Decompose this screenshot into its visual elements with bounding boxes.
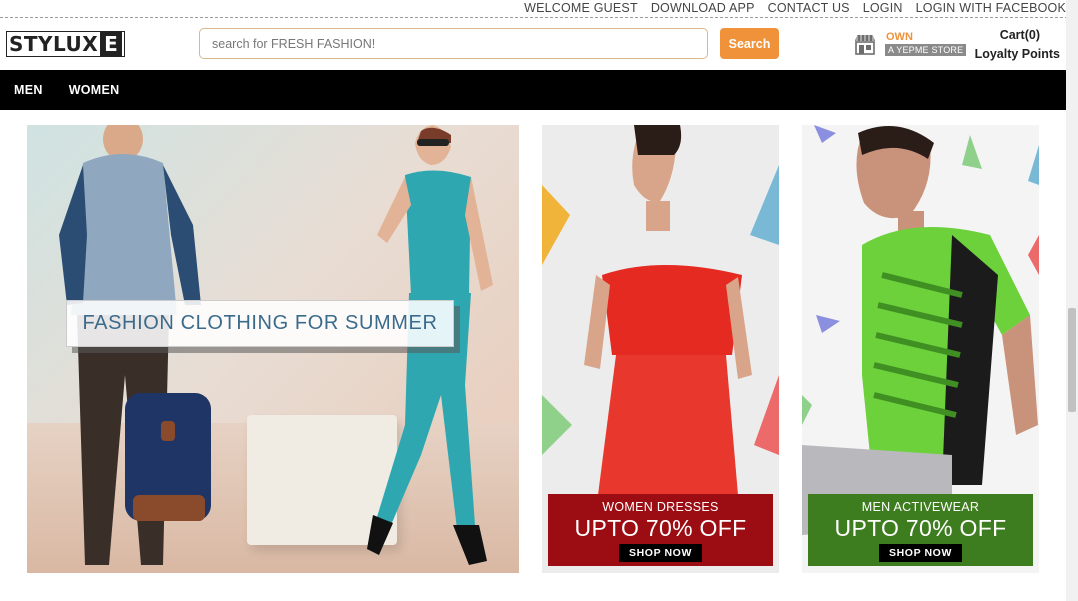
nav-item-men[interactable]: MEN [14, 83, 43, 97]
site-logo[interactable]: STYLUX E [6, 31, 125, 57]
female-model-figure [367, 125, 493, 565]
site-header: STYLUXE Search OWN A YEPME STORE Cart(0)… [0, 19, 1068, 69]
men-promo-box: MEN ACTIVEWEAR UPTO 70% OFF SHOP NOW [808, 494, 1033, 566]
top-utility-bar: WELCOME GUEST DOWNLOAD APP CONTACT US LO… [0, 0, 1068, 18]
hero-banner[interactable]: FASHION CLOTHING FOR SUMMER [27, 125, 519, 573]
women-shop-now-button[interactable]: SHOP NOW [619, 544, 702, 562]
download-app-link[interactable]: DOWNLOAD APP [651, 1, 755, 15]
women-promo-offer: UPTO 70% OFF [574, 515, 747, 541]
women-dresses-banner[interactable]: WOMEN DRESSES UPTO 70% OFF SHOP NOW [542, 125, 779, 573]
own-store-label[interactable]: OWN [886, 31, 913, 43]
men-activewear-banner[interactable]: MEN ACTIVEWEAR UPTO 70% OFF SHOP NOW [802, 125, 1039, 573]
cart-link[interactable]: Cart(0) [1000, 28, 1040, 42]
logo-letter: E [100, 32, 123, 56]
search-button[interactable]: Search [720, 28, 779, 59]
page-scrollbar[interactable] [1066, 0, 1078, 601]
hero-caption: FASHION CLOTHING FOR SUMMER [66, 300, 454, 347]
login-link[interactable]: LOGIN [863, 1, 903, 15]
men-promo-title: MEN ACTIVEWEAR [861, 500, 980, 514]
store-icon[interactable] [853, 32, 877, 56]
logo-text: STYLUX [9, 32, 99, 56]
loyalty-points-link[interactable]: Loyalty Points [975, 47, 1060, 61]
male-model-figure [59, 125, 211, 565]
top-links: WELCOME GUEST DOWNLOAD APP CONTACT US LO… [524, 1, 1066, 15]
login-facebook-link[interactable]: LOGIN WITH FACEBOOK [916, 1, 1066, 15]
women-promo-title: WOMEN DRESSES [602, 500, 719, 514]
men-shop-now-button[interactable]: SHOP NOW [879, 544, 962, 562]
yepme-store-badge[interactable]: A YEPME STORE [885, 44, 967, 56]
nav-item-women[interactable]: WOMEN [69, 83, 120, 97]
contact-us-link[interactable]: CONTACT US [768, 1, 850, 15]
men-promo-offer: UPTO 70% OFF [834, 515, 1007, 541]
search-input[interactable] [199, 28, 708, 59]
women-promo-box: WOMEN DRESSES UPTO 70% OFF SHOP NOW [548, 494, 773, 566]
welcome-guest-text: WELCOME GUEST [524, 1, 638, 15]
main-nav: MEN WOMEN [0, 70, 1066, 110]
scrollbar-thumb[interactable] [1068, 308, 1076, 412]
